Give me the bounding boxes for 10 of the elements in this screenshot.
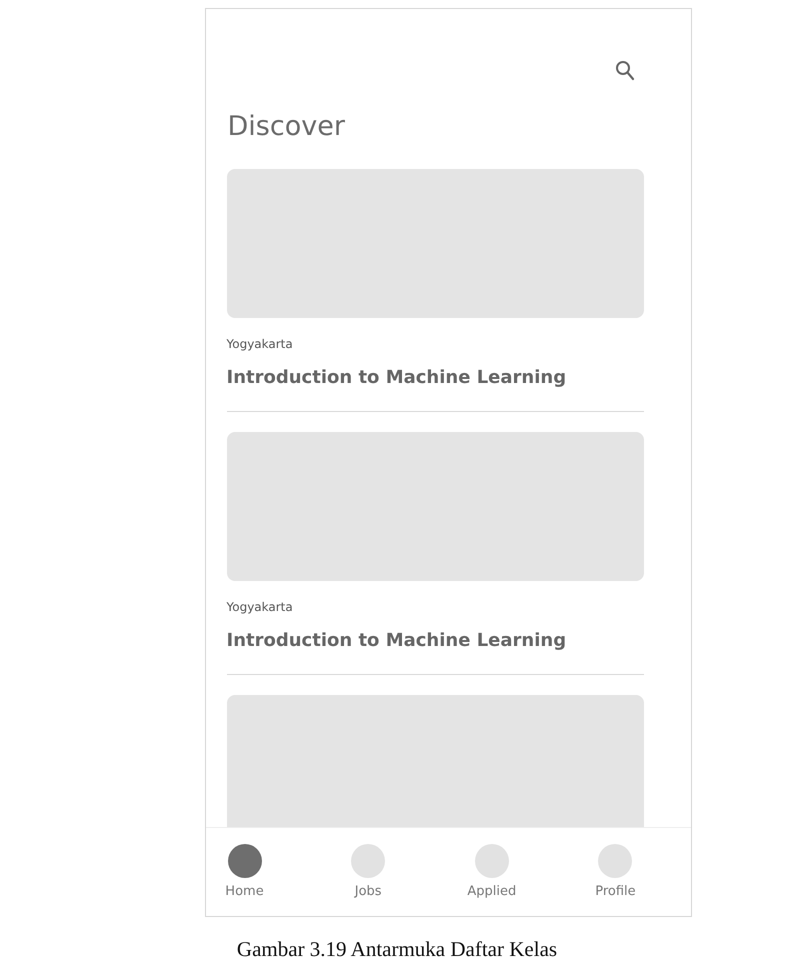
course-title[interactable]: Introduction to Machine Learning [226, 366, 644, 390]
course-location: Yogyakarta [226, 599, 294, 615]
nav-item[interactable]: Jobs [339, 844, 398, 916]
figure-caption: Gambar 3.19 Antarmuka Daftar Kelas [236, 937, 558, 962]
nav-item[interactable]: Applied [462, 844, 521, 916]
nav-item[interactable]: Home [216, 844, 274, 916]
course-title[interactable]: Introduction to Machine Learning [226, 629, 644, 653]
nav-item[interactable]: Profile [586, 844, 644, 916]
screen-title: Discover [228, 111, 346, 143]
course-location: Yogyakarta [226, 336, 294, 352]
